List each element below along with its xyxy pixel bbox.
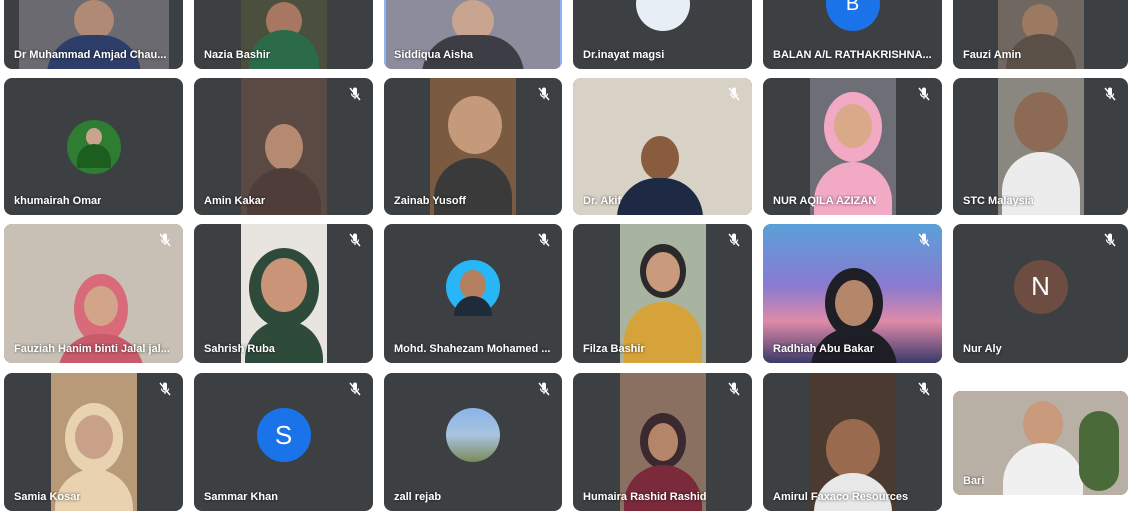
participant-tile[interactable]: Samia Kosar (4, 373, 183, 511)
participant-name: STC Malaysia (963, 195, 1034, 207)
participant-tile[interactable]: zall rejab (384, 373, 562, 511)
participant-avatar: B (825, 0, 880, 31)
participant-name: Fauzi Amin (963, 49, 1022, 61)
meeting-grid: Dr Muhammad Amjad Chau... Nazia Bashir S… (0, 0, 1128, 511)
participant-tile[interactable]: Dr Muhammad Amjad Chau... (4, 0, 183, 69)
participant-tile[interactable]: Bari (953, 391, 1128, 495)
participant-name: zall rejab (394, 491, 442, 503)
participant-tile[interactable]: NUR AQILA AZIZAN (763, 78, 942, 215)
participant-tile[interactable]: S Sammar Khan (194, 373, 373, 511)
participant-name: Dr Muhammad Amjad Chau... (14, 49, 167, 61)
microphone-off-icon (347, 232, 363, 248)
participant-name: Dr. Akif (583, 195, 622, 207)
microphone-off-icon (347, 381, 363, 397)
participant-tile[interactable]: Radhiah Abu Bakar (763, 224, 942, 363)
participant-tile[interactable]: Fauzi Amin (953, 0, 1128, 69)
participant-tile[interactable]: khumairah Omar (4, 78, 183, 215)
participant-tile[interactable]: Humaira Rashid Rashid (573, 373, 752, 511)
microphone-off-icon (726, 86, 742, 102)
participant-tile[interactable]: Dr.inayat magsi (573, 0, 752, 69)
participant-tile[interactable]: Nazia Bashir (194, 0, 373, 69)
participant-name: khumairah Omar (14, 195, 102, 207)
participant-name: Zainab Yusoff (394, 195, 466, 207)
participant-avatar-s: S (256, 408, 311, 463)
participant-tile[interactable]: Zainab Yusoff (384, 78, 562, 215)
participant-avatar (446, 408, 500, 463)
microphone-off-icon (726, 232, 742, 248)
participant-name: Nazia Bashir (204, 49, 271, 61)
microphone-off-icon (157, 381, 173, 397)
participant-name: Siddiqua Aisha (394, 49, 474, 61)
participant-name: Fauziah Hanim binti Jalal jal... (14, 343, 170, 355)
participant-avatar-n: N (1013, 259, 1068, 314)
participant-tile[interactable]: B BALAN A/L RATHAKRISHNA... (763, 0, 942, 69)
participant-name: NUR AQILA AZIZAN (773, 195, 877, 207)
microphone-off-icon (347, 86, 363, 102)
microphone-off-icon (1102, 232, 1118, 248)
participant-name: Filza Bashir (583, 343, 645, 355)
participant-tile[interactable]: Dr. Akif (573, 78, 752, 215)
participant-name: Amirul Faxaco Resources (773, 491, 909, 503)
microphone-off-icon (157, 232, 173, 248)
participant-name: Humaira Rashid Rashid (583, 491, 707, 503)
participant-tile[interactable]: Fauziah Hanim binti Jalal jal... (4, 224, 183, 363)
participant-tile[interactable]: Filza Bashir (573, 224, 752, 363)
participant-tile[interactable]: Amin Kakar (194, 78, 373, 215)
participant-name: Nur Aly (963, 343, 1002, 355)
participant-name: Mohd. Shahezam Mohamed ... (394, 343, 551, 355)
participant-name: Amin Kakar (204, 195, 266, 207)
participant-tile[interactable]: N Nur Aly (953, 224, 1128, 363)
participant-avatar (66, 119, 121, 174)
microphone-off-icon (916, 86, 932, 102)
participant-tile[interactable]: Mohd. Shahezam Mohamed ... (384, 224, 562, 363)
participant-tile[interactable]: STC Malaysia (953, 78, 1128, 215)
microphone-off-icon (916, 381, 932, 397)
participant-tile[interactable]: Amirul Faxaco Resources (763, 373, 942, 511)
participant-name: Radhiah Abu Bakar (773, 343, 875, 355)
participant-name: Dr.inayat magsi (583, 49, 665, 61)
participant-name: Sammar Khan (204, 491, 278, 503)
microphone-off-icon (916, 232, 932, 248)
participant-avatar (446, 259, 500, 316)
participant-name: Bari (963, 475, 985, 487)
microphone-off-icon (726, 381, 742, 397)
microphone-off-icon (1102, 86, 1118, 102)
participant-tile[interactable]: Sahrish Ruba (194, 224, 373, 363)
participant-name: Sahrish Ruba (204, 343, 275, 355)
participant-name: BALAN A/L RATHAKRISHNA... (773, 49, 932, 61)
participant-avatar (635, 0, 690, 31)
participant-name: Samia Kosar (14, 491, 81, 503)
participant-tile[interactable]: Siddiqua Aisha (384, 0, 562, 69)
microphone-off-icon (536, 86, 552, 102)
microphone-off-icon (536, 381, 552, 397)
microphone-off-icon (536, 232, 552, 248)
